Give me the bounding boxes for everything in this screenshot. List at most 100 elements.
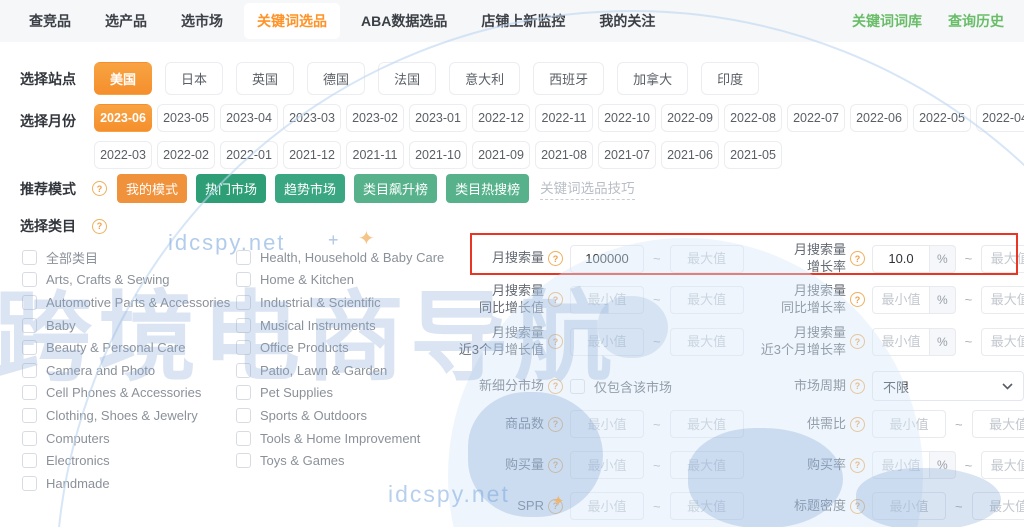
month-option-button[interactable]: 2021-09 (472, 141, 530, 169)
site-option-button[interactable]: 印度 (701, 62, 760, 95)
category-item[interactable]: Patio, Lawn & Garden (236, 359, 468, 382)
purchase-rate-min-input[interactable] (872, 451, 930, 479)
month-option-button[interactable]: 2022-01 (220, 141, 278, 169)
category-item[interactable]: Industrial & Scientific (236, 291, 468, 314)
month-option-button[interactable]: 2021-07 (598, 141, 656, 169)
supply-demand-min-input[interactable] (872, 410, 946, 438)
title-density-min-input[interactable] (872, 492, 946, 520)
category-item[interactable]: Home & Kitchen (236, 269, 468, 292)
nav-tab[interactable]: 店铺上新监控 (468, 3, 578, 39)
help-icon[interactable]: ? (548, 457, 563, 473)
market-cycle-select[interactable]: 不限 (872, 371, 1024, 401)
month-option-button[interactable]: 2021-12 (283, 141, 341, 169)
m3-value-max-input[interactable] (669, 327, 744, 356)
nav-tab[interactable]: 我的关注 (586, 3, 668, 39)
month-option-button[interactable]: 2022-12 (472, 104, 530, 132)
category-item[interactable]: Tools & Home Improvement (236, 427, 468, 450)
help-icon[interactable]: ? (850, 292, 865, 308)
checkbox-icon[interactable] (236, 453, 251, 469)
site-option-button[interactable]: 英国 (236, 62, 295, 95)
help-icon[interactable]: ? (92, 181, 107, 196)
category-item[interactable]: Baby (22, 314, 234, 337)
yoy-rate-min-input[interactable] (872, 285, 930, 314)
help-icon[interactable]: ? (548, 292, 563, 308)
help-icon[interactable]: ? (850, 498, 865, 514)
site-option-button[interactable]: 德国 (307, 62, 366, 95)
nav-tab[interactable]: 关键词选品 (244, 3, 340, 39)
category-item[interactable]: Health, Household & Baby Care (236, 246, 468, 269)
purchase-volume-max-input[interactable] (669, 451, 744, 479)
help-icon[interactable]: ? (92, 218, 107, 234)
yoy-value-max-input[interactable] (669, 285, 744, 314)
checkbox-icon[interactable] (570, 378, 585, 394)
category-item[interactable]: Pet Supplies (236, 382, 468, 405)
month-option-button[interactable]: 2022-09 (661, 104, 719, 132)
checkbox-icon[interactable] (22, 294, 37, 310)
m3-rate-max-input[interactable] (981, 327, 1024, 356)
month-option-button[interactable]: 2021-11 (346, 141, 404, 169)
monthly-search-min-input[interactable] (570, 244, 644, 273)
help-icon[interactable]: ? (850, 251, 865, 267)
site-option-button[interactable]: 西班牙 (533, 62, 605, 95)
month-option-button[interactable]: 2021-10 (409, 141, 467, 169)
yoy-rate-max-input[interactable] (981, 285, 1024, 314)
product-count-max-input[interactable] (669, 410, 744, 438)
checkbox-icon[interactable] (22, 430, 37, 446)
site-option-button[interactable]: 美国 (94, 62, 153, 95)
spr-min-input[interactable] (570, 492, 644, 520)
category-item[interactable]: Arts, Crafts & Sewing (22, 269, 234, 292)
help-icon[interactable]: ? (548, 416, 563, 432)
site-option-button[interactable]: 加拿大 (617, 62, 689, 95)
category-item[interactable]: Computers (22, 427, 234, 450)
mode-button[interactable]: 趋势市场 (275, 174, 346, 203)
checkbox-icon[interactable] (22, 362, 37, 378)
checkbox-icon[interactable] (22, 453, 37, 469)
purchase-volume-min-input[interactable] (570, 451, 644, 479)
help-icon[interactable]: ? (850, 457, 865, 473)
checkbox-icon[interactable] (236, 362, 251, 378)
keyword-tips-link[interactable]: 关键词选品技巧 (540, 177, 635, 200)
nav-tab[interactable]: 选产品 (92, 3, 160, 39)
month-option-button[interactable]: 2023-06 (94, 104, 152, 132)
spr-max-input[interactable] (669, 492, 744, 520)
month-option-button[interactable]: 2021-06 (661, 141, 719, 169)
month-option-button[interactable]: 2022-03 (94, 141, 152, 169)
mode-button[interactable]: 热门市场 (196, 174, 267, 203)
category-item[interactable]: 全部类目 (22, 246, 234, 269)
growth-rate-min-input[interactable] (872, 244, 930, 273)
checkbox-icon[interactable] (236, 294, 251, 310)
checkbox-icon[interactable] (22, 407, 37, 423)
nav-tab[interactable]: ABA数据选品 (348, 3, 460, 39)
month-option-button[interactable]: 2022-11 (535, 104, 593, 132)
help-icon[interactable]: ? (548, 498, 563, 514)
month-option-button[interactable]: 2023-05 (157, 104, 215, 132)
checkbox-icon[interactable] (236, 272, 251, 288)
monthly-search-max-input[interactable] (669, 244, 744, 273)
month-option-button[interactable]: 2021-05 (724, 141, 782, 169)
month-option-button[interactable]: 2023-04 (220, 104, 278, 132)
help-icon[interactable]: ? (548, 378, 563, 394)
category-item[interactable]: Camera and Photo (22, 359, 234, 382)
category-item[interactable]: Toys & Games (236, 449, 468, 472)
help-icon[interactable]: ? (548, 251, 563, 267)
mode-button[interactable]: 我的模式 (117, 174, 188, 203)
checkbox-icon[interactable] (236, 317, 251, 333)
purchase-rate-max-input[interactable] (981, 451, 1024, 479)
month-option-button[interactable]: 2022-10 (598, 104, 656, 132)
product-count-min-input[interactable] (570, 410, 644, 438)
site-option-button[interactable]: 日本 (165, 62, 224, 95)
m3-value-min-input[interactable] (570, 327, 644, 356)
help-icon[interactable]: ? (850, 416, 865, 432)
yoy-value-min-input[interactable] (570, 285, 644, 314)
supply-demand-max-input[interactable] (971, 410, 1024, 438)
checkbox-icon[interactable] (236, 385, 251, 401)
month-option-button[interactable]: 2022-07 (787, 104, 845, 132)
help-icon[interactable]: ? (850, 334, 865, 350)
month-option-button[interactable]: 2023-02 (346, 104, 404, 132)
m3-rate-min-input[interactable] (872, 327, 930, 356)
category-item[interactable]: Automotive Parts & Accessories (22, 291, 234, 314)
month-option-button[interactable]: 2023-01 (409, 104, 467, 132)
growth-rate-max-input[interactable] (981, 244, 1024, 273)
checkbox-icon[interactable] (236, 430, 251, 446)
month-option-button[interactable]: 2021-08 (535, 141, 593, 169)
